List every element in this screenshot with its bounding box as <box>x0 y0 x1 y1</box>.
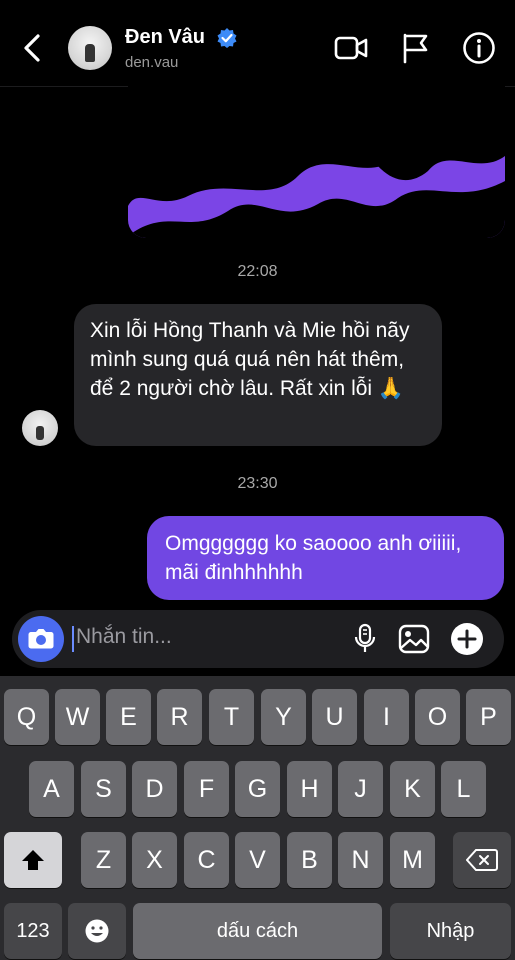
image-icon[interactable] <box>397 622 431 656</box>
key-a[interactable]: A <box>29 761 74 817</box>
contact-handle: den.vau <box>125 54 179 71</box>
outgoing-message[interactable]: Omgggggg ko saoooo anh ơiiiii, mãi đinhh… <box>147 516 504 600</box>
key-g[interactable]: G <box>235 761 280 817</box>
camera-button[interactable] <box>18 616 64 662</box>
key-t[interactable]: T <box>209 689 254 745</box>
key-i[interactable]: I <box>364 689 409 745</box>
key-j[interactable]: J <box>338 761 383 817</box>
key-w[interactable]: W <box>55 689 100 745</box>
incoming-message[interactable]: Xin lỗi Hồng Thanh và Mie hồi nãy mình s… <box>74 304 442 446</box>
space-key[interactable]: dấu cách <box>133 903 382 959</box>
key-l[interactable]: L <box>441 761 486 817</box>
chat-header: Đen Vâu den.vau <box>0 0 515 87</box>
emoji-icon <box>85 919 109 943</box>
key-v[interactable]: V <box>235 832 280 888</box>
key-r[interactable]: R <box>157 689 202 745</box>
emoji-key[interactable] <box>68 903 126 959</box>
video-call-icon[interactable] <box>333 30 369 66</box>
shift-icon <box>22 850 44 870</box>
key-y[interactable]: Y <box>261 689 306 745</box>
contact-name[interactable]: Đen Vâu <box>125 26 205 49</box>
key-b[interactable]: B <box>287 832 332 888</box>
timestamp: 23:30 <box>237 475 278 492</box>
backspace-key[interactable] <box>453 832 511 888</box>
key-o[interactable]: O <box>415 689 460 745</box>
flag-icon[interactable] <box>398 30 434 66</box>
redacted-shared-image[interactable] <box>128 86 505 238</box>
keyboard: Q W E R T Y U I O P A S D F G H J K L Z … <box>0 676 515 960</box>
key-s[interactable]: S <box>81 761 126 817</box>
backspace-icon <box>466 849 498 871</box>
key-e[interactable]: E <box>106 689 151 745</box>
microphone-icon[interactable] <box>348 622 382 656</box>
key-k[interactable]: K <box>390 761 435 817</box>
timestamp: 22:08 <box>237 263 278 280</box>
key-f[interactable]: F <box>184 761 229 817</box>
key-m[interactable]: M <box>390 832 435 888</box>
key-p[interactable]: P <box>466 689 511 745</box>
key-x[interactable]: X <box>132 832 177 888</box>
key-h[interactable]: H <box>287 761 332 817</box>
back-chevron-icon[interactable] <box>18 28 48 68</box>
message-input[interactable]: Nhắn tin... <box>76 625 172 649</box>
key-q[interactable]: Q <box>4 689 49 745</box>
text-caret <box>72 626 74 652</box>
verified-badge-icon <box>217 28 237 48</box>
camera-icon <box>28 629 54 649</box>
shift-key[interactable] <box>4 832 62 888</box>
key-d[interactable]: D <box>132 761 177 817</box>
sender-avatar[interactable] <box>22 410 58 446</box>
return-key[interactable]: Nhập <box>390 903 511 959</box>
info-icon[interactable] <box>461 30 497 66</box>
numbers-key[interactable]: 123 <box>4 903 62 959</box>
key-n[interactable]: N <box>338 832 383 888</box>
key-z[interactable]: Z <box>81 832 126 888</box>
avatar[interactable] <box>68 26 112 70</box>
message-composer: Nhắn tin... <box>12 610 504 668</box>
plus-icon[interactable] <box>450 622 484 656</box>
key-c[interactable]: C <box>184 832 229 888</box>
key-u[interactable]: U <box>312 689 357 745</box>
